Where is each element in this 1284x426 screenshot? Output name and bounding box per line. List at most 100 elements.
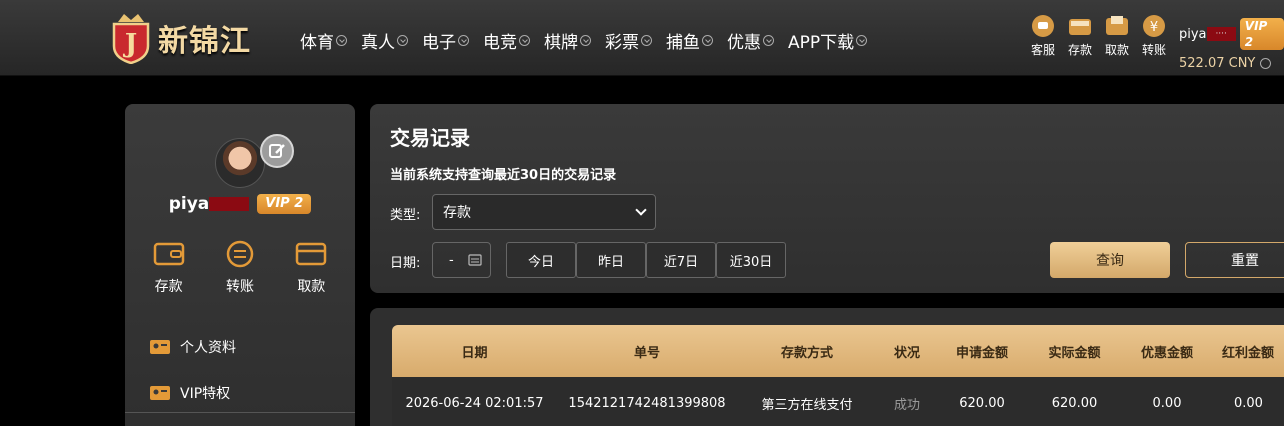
date-value: - bbox=[449, 252, 454, 268]
quick-label: 取款 bbox=[1105, 43, 1130, 57]
range-30days-button[interactable]: 近30日 bbox=[716, 242, 786, 278]
quick-withdraw[interactable]: 取款 bbox=[1105, 14, 1129, 58]
transaction-table: 日期 单号 存款方式 状况 申请金额 实际金额 优惠金额 红利金额 2026-0… bbox=[370, 308, 1284, 426]
col-status: 状况 bbox=[893, 345, 920, 361]
type-label: 类型: bbox=[390, 208, 421, 223]
quick-deposit[interactable]: 存款 bbox=[1068, 14, 1092, 58]
nav-cards[interactable]: 棋牌 bbox=[544, 28, 591, 53]
cell-deposit-method: 第三方在线支付 bbox=[761, 397, 853, 413]
chevron-down-icon bbox=[519, 35, 530, 46]
sidebar-item-profile[interactable]: 个人资料 bbox=[150, 324, 236, 370]
cell-dividend-amount: 0.00 bbox=[1234, 395, 1263, 411]
range-yesterday-button[interactable]: 昨日 bbox=[576, 242, 646, 278]
sidebar-username: piya bbox=[168, 194, 210, 214]
cell-order-no: 1542121742481399808 bbox=[568, 395, 726, 411]
type-select[interactable]: 存款 bbox=[432, 194, 656, 230]
cell-bonus-amount: 0.00 bbox=[1152, 395, 1182, 411]
menu-label: VIP特权 bbox=[180, 386, 231, 402]
nav-fishing[interactable]: 捕鱼 bbox=[666, 28, 713, 53]
sidebar-deposit-button[interactable]: 存款 bbox=[153, 240, 185, 296]
cell-requested-amount: 620.00 bbox=[959, 395, 1005, 411]
sidebar-withdraw-button[interactable]: 取款 bbox=[295, 240, 327, 296]
chevron-down-icon[interactable] bbox=[1260, 58, 1272, 69]
svg-text:J: J bbox=[123, 29, 137, 59]
sidebar-item-vip[interactable]: VIP特权 bbox=[150, 370, 236, 416]
nav-slots[interactable]: 电子 bbox=[422, 28, 469, 53]
page-title: 交易记录 bbox=[390, 126, 470, 150]
main-nav: 体育 真人 电子 电竞 棋牌 彩票 捕鱼 优惠 APP下载 bbox=[300, 28, 881, 53]
col-deposit-method: 存款方式 bbox=[780, 345, 833, 361]
action-label: 取款 bbox=[297, 279, 326, 295]
reset-button[interactable]: 重置 bbox=[1185, 242, 1284, 278]
id-card-icon bbox=[150, 340, 170, 354]
col-bonus-amount: 优惠金额 bbox=[1140, 345, 1193, 361]
chevron-down-icon bbox=[397, 35, 408, 46]
nav-label: 棋牌 bbox=[544, 33, 578, 53]
chevron-down-icon bbox=[641, 35, 652, 46]
chevron-down-icon bbox=[580, 35, 591, 46]
header-user[interactable]: piya ···· VIP 2 522.07 CNY bbox=[1179, 18, 1284, 71]
quick-transfer[interactable]: ¥ 转账 bbox=[1142, 14, 1166, 58]
transfer-icon: ¥ bbox=[1143, 15, 1165, 37]
nav-label: 电子 bbox=[422, 33, 456, 53]
cell-actual-amount: 620.00 bbox=[1051, 395, 1098, 411]
chevron-down-icon bbox=[458, 35, 469, 46]
nav-lottery[interactable]: 彩票 bbox=[605, 28, 652, 53]
nav-app-download[interactable]: APP下载 bbox=[788, 28, 868, 53]
chat-icon bbox=[1032, 15, 1054, 37]
range-7days-button[interactable]: 近7日 bbox=[646, 242, 716, 278]
quick-label: 存款 bbox=[1068, 43, 1093, 57]
quick-label: 客服 bbox=[1031, 43, 1056, 57]
menu-label: 个人资料 bbox=[180, 340, 236, 356]
quick-label: 转账 bbox=[1142, 43, 1167, 57]
range-today-button[interactable]: 今日 bbox=[506, 242, 576, 278]
edit-icon bbox=[269, 144, 285, 158]
calendar-icon bbox=[468, 254, 482, 266]
nav-label: APP下载 bbox=[788, 33, 855, 53]
cash-icon bbox=[1106, 16, 1128, 35]
date-label: 日期: bbox=[390, 256, 421, 271]
wallet-icon bbox=[1069, 19, 1091, 35]
date-range-input[interactable]: - bbox=[432, 242, 491, 278]
nav-label: 电竞 bbox=[483, 33, 517, 53]
vip-badge: VIP 2 bbox=[257, 194, 312, 214]
nav-esports[interactable]: 电竞 bbox=[483, 28, 530, 53]
chevron-down-icon bbox=[856, 35, 868, 46]
table-header: 日期 单号 存款方式 状况 申请金额 实际金额 优惠金额 红利金额 bbox=[392, 325, 1284, 377]
col-dividend-amount: 红利金额 bbox=[1222, 345, 1275, 361]
nav-label: 彩票 bbox=[605, 33, 639, 53]
header-balance: 522.07 CNY bbox=[1179, 56, 1256, 71]
brand-logo[interactable]: J 新锦江 bbox=[110, 8, 270, 68]
header-username: piya bbox=[1179, 26, 1207, 42]
nav-label: 体育 bbox=[300, 33, 334, 53]
nav-sports[interactable]: 体育 bbox=[300, 28, 347, 53]
sidebar-transfer-button[interactable]: 转账 bbox=[224, 240, 256, 296]
query-note: 当前系统支持查询最近30日的交易记录 bbox=[390, 168, 617, 183]
brand-name: 新锦江 bbox=[158, 24, 251, 59]
vip-badge: VIP 2 bbox=[1239, 18, 1284, 50]
redacted-name bbox=[209, 197, 250, 211]
quick-support[interactable]: 客服 bbox=[1031, 14, 1055, 58]
nav-label: 捕鱼 bbox=[666, 33, 700, 53]
crown-badge-icon: J bbox=[112, 14, 150, 64]
query-button[interactable]: 查询 bbox=[1050, 242, 1170, 278]
chevron-down-icon bbox=[336, 35, 347, 46]
account-sidebar: piya VIP 2 存款 转账 取款 个人资料 VIP特权 bbox=[125, 104, 355, 426]
transfer-icon bbox=[226, 240, 254, 268]
action-label: 存款 bbox=[154, 279, 183, 295]
redacted-name: ···· bbox=[1206, 27, 1236, 41]
edit-avatar-button[interactable] bbox=[260, 134, 294, 168]
cell-status: 成功 bbox=[893, 397, 920, 413]
chevron-down-icon bbox=[763, 35, 774, 46]
vip-card-icon bbox=[150, 386, 170, 400]
divider bbox=[125, 412, 355, 413]
sidebar-user: piya VIP 2 bbox=[125, 194, 355, 214]
chevron-down-icon bbox=[702, 35, 713, 46]
table-row[interactable]: 2026-06-24 02:01:57 1542121742481399808 … bbox=[392, 377, 1284, 426]
top-header: J 新锦江 体育 真人 电子 电竞 棋牌 彩票 捕鱼 优惠 APP下载 客服 存… bbox=[0, 0, 1284, 76]
svg-text:¥: ¥ bbox=[1150, 20, 1158, 35]
chevron-down-icon bbox=[635, 204, 647, 216]
nav-live[interactable]: 真人 bbox=[361, 28, 408, 53]
action-label: 转账 bbox=[225, 279, 254, 295]
nav-promotions[interactable]: 优惠 bbox=[727, 28, 774, 53]
